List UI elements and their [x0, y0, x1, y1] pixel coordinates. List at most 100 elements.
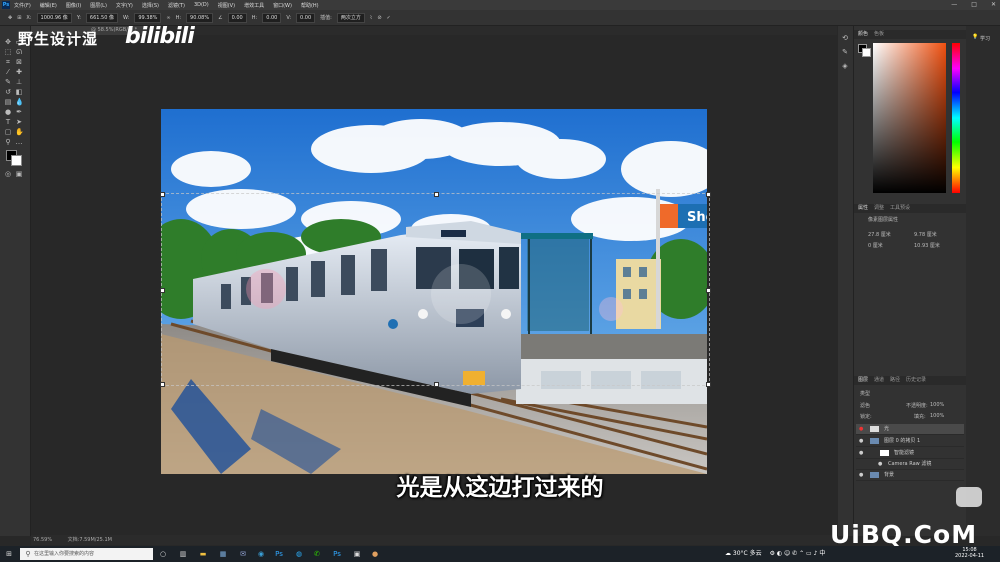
history-brush-icon[interactable]: ↺: [4, 88, 12, 96]
opacity-field[interactable]: 100%: [930, 402, 944, 408]
close-button[interactable]: ✕: [991, 0, 996, 10]
pen-icon[interactable]: ✒: [15, 108, 23, 116]
menu-file[interactable]: 文件(F): [14, 2, 31, 9]
frame-icon[interactable]: ⊠: [15, 58, 23, 66]
windows-start-icon[interactable]: ⊞: [4, 549, 14, 559]
link-icon[interactable]: ∞: [166, 15, 170, 21]
hand-icon[interactable]: ✋: [15, 128, 24, 136]
tab-paths[interactable]: 路径: [890, 376, 900, 385]
menu-help[interactable]: 帮助(H): [301, 2, 319, 9]
taskbar-search-input[interactable]: 在这里输入你要搜索的内容: [20, 548, 153, 560]
learn-label[interactable]: 学习: [980, 35, 990, 42]
input-method[interactable]: 中: [819, 550, 825, 557]
layer-row[interactable]: ● 智能滤镜: [856, 448, 964, 459]
menu-select[interactable]: 选择(S): [142, 2, 159, 9]
app-icon-2[interactable]: ●: [370, 549, 380, 559]
eyedropper-icon[interactable]: ⁄: [4, 68, 12, 76]
marquee-icon[interactable]: ⬚: [4, 48, 12, 56]
blend-mode-select[interactable]: 滤色: [860, 402, 870, 409]
edge-icon[interactable]: ◉: [256, 549, 266, 559]
fill-field[interactable]: 100%: [930, 413, 944, 419]
layer-row[interactable]: ● Camera Raw 滤镜: [856, 459, 964, 470]
layer-name[interactable]: 图层 0 的拷贝 1: [884, 436, 920, 446]
crop-icon[interactable]: ⌗: [4, 58, 12, 66]
layer-name[interactable]: 智能滤镜: [894, 448, 914, 458]
tab-adjustments[interactable]: 调整: [874, 204, 884, 213]
eraser-icon[interactable]: ◧: [15, 88, 23, 96]
layer-row[interactable]: ● 背景: [856, 470, 964, 481]
y-field[interactable]: 661.50 像: [85, 12, 118, 23]
cancel-transform-icon[interactable]: ⊘: [377, 15, 381, 21]
panel-background-swatch[interactable]: [862, 48, 871, 57]
gradient-icon[interactable]: ▤: [4, 98, 12, 106]
dodge-icon[interactable]: ●: [4, 108, 12, 116]
wechat-icon[interactable]: ✆: [312, 549, 322, 559]
layer-name[interactable]: 光: [884, 424, 889, 434]
tab-tool-presets[interactable]: 工具预设: [890, 204, 910, 213]
layer-row[interactable]: ● 图层 0 的拷贝 1: [856, 436, 964, 447]
move-icon[interactable]: ✥: [4, 38, 12, 46]
maximize-button[interactable]: □: [971, 0, 977, 10]
tray-icons[interactable]: ⚙ ◐ ☺ ✆ ⌃ ▭ ♪: [770, 550, 820, 557]
photoshop-active-icon[interactable]: Ps: [332, 549, 342, 559]
history-icon[interactable]: ⟲: [841, 34, 849, 42]
background-color-swatch[interactable]: [11, 155, 22, 166]
prop-height[interactable]: 9.78 厘米: [914, 231, 937, 238]
visibility-eye-icon[interactable]: ●: [859, 436, 863, 446]
type-icon[interactable]: T: [4, 118, 12, 126]
tab-color[interactable]: 颜色: [858, 30, 868, 39]
healing-icon[interactable]: ✚: [15, 68, 23, 76]
angle-field[interactable]: 0.00: [227, 12, 247, 23]
layer-name[interactable]: Camera Raw 滤镜: [888, 459, 931, 469]
visibility-eye-icon[interactable]: ●: [878, 459, 882, 469]
brush-settings-icon[interactable]: ✎: [841, 48, 849, 56]
more-tools-icon[interactable]: …: [15, 138, 23, 146]
brush-icon[interactable]: ✎: [4, 78, 12, 86]
qq-icon[interactable]: ◍: [294, 549, 304, 559]
menu-view[interactable]: 视图(V): [218, 2, 235, 9]
hskew-field[interactable]: 0.00: [262, 12, 282, 23]
cortana-icon[interactable]: ○: [158, 549, 168, 559]
canvas-image[interactable]: She: [161, 109, 707, 474]
stamp-icon[interactable]: ⊥: [15, 78, 23, 86]
tab-properties[interactable]: 属性: [858, 204, 868, 213]
tab-swatches[interactable]: 色板: [874, 30, 884, 39]
layer-row[interactable]: ● 光: [856, 424, 964, 435]
app-icon[interactable]: ▣: [352, 549, 362, 559]
tab-layers[interactable]: 图层: [858, 376, 868, 385]
screen-mode-icon[interactable]: ▣: [15, 170, 23, 178]
menu-window[interactable]: 窗口(W): [273, 2, 292, 9]
zoom-icon[interactable]: ⚲: [4, 138, 12, 146]
menu-3d[interactable]: 3D(D): [194, 2, 209, 8]
menu-filter[interactable]: 滤镜(T): [168, 2, 185, 9]
visibility-eye-icon[interactable]: ●: [859, 424, 863, 434]
interpolation-select[interactable]: 两次立方: [336, 12, 365, 23]
taskbar-clock[interactable]: 15:08 2022-04-11: [955, 547, 984, 559]
layer-filter-select[interactable]: 类型: [860, 390, 870, 397]
prop-y[interactable]: 10.93 厘米: [914, 242, 940, 249]
menu-edit[interactable]: 编辑(E): [40, 2, 57, 9]
prop-width[interactable]: 27.8 厘米: [868, 231, 891, 238]
x-field[interactable]: 1000.96 像: [36, 12, 72, 23]
layer-name[interactable]: 背景: [884, 470, 894, 480]
quick-mask-icon[interactable]: ◎: [4, 170, 12, 178]
reference-point-icon[interactable]: ⊞: [17, 15, 21, 21]
weather-text[interactable]: 30°C 多云: [733, 550, 762, 557]
minimize-button[interactable]: —: [951, 0, 957, 10]
visibility-eye-icon[interactable]: ●: [859, 470, 863, 480]
menu-type[interactable]: 文字(Y): [116, 2, 133, 9]
menu-plugins[interactable]: 增效工具: [244, 2, 264, 9]
menu-layer[interactable]: 图层(L): [90, 2, 107, 9]
color-picker-field[interactable]: [873, 43, 946, 193]
hue-slider[interactable]: [952, 43, 960, 193]
task-view-icon[interactable]: ▥: [178, 549, 188, 559]
prop-x[interactable]: 0 厘米: [868, 242, 883, 249]
tab-history[interactable]: 历史记录: [906, 376, 926, 385]
lasso-icon[interactable]: ᘏ: [15, 48, 23, 56]
vskew-field[interactable]: 0.00: [296, 12, 316, 23]
commit-transform-icon[interactable]: ✓: [387, 15, 391, 21]
zoom-level[interactable]: 76.59%: [33, 537, 52, 543]
photoshop-taskbar-icon[interactable]: Ps: [274, 549, 284, 559]
warp-icon[interactable]: ⌇: [370, 15, 372, 21]
blur-icon[interactable]: 💧: [15, 98, 24, 106]
